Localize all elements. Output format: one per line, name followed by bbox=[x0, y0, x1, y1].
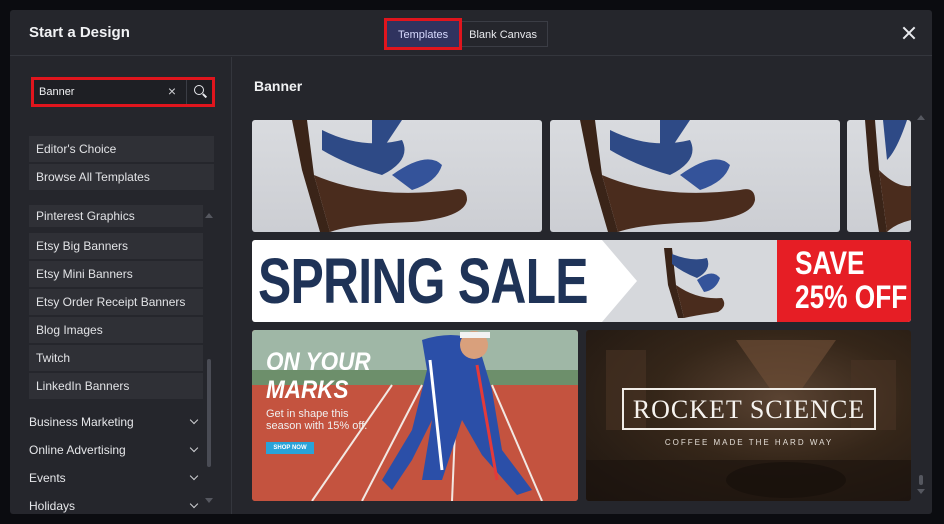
sidebar-item-editors-choice[interactable]: Editor's Choice bbox=[29, 136, 214, 162]
save-line-1: SAVE bbox=[795, 245, 865, 281]
modal-title: Start a Design bbox=[29, 24, 130, 41]
marks-line-1: ON YOUR bbox=[266, 348, 371, 376]
results-title: Banner bbox=[254, 78, 303, 94]
shoe-image bbox=[292, 120, 467, 232]
rocket-subtitle: COFFEE MADE THE HARD WAY bbox=[664, 438, 834, 447]
start-design-modal: Start a Design Templates Blank Canvas Ba… bbox=[10, 10, 932, 514]
marks-body: Get in shape this season with 15% off. bbox=[266, 408, 368, 432]
sidebar-item-blog-images[interactable]: Blog Images bbox=[29, 317, 203, 343]
results-scroll-up-icon[interactable] bbox=[917, 115, 925, 120]
results-scroll-down-icon[interactable] bbox=[917, 489, 925, 494]
sidebar-scroll-up-icon[interactable] bbox=[205, 213, 213, 218]
sidebar-scrollbar[interactable] bbox=[207, 359, 211, 467]
design-tabs: Templates Blank Canvas bbox=[383, 18, 549, 50]
rocket-title-frame: ROCKET SCIENCE bbox=[622, 388, 876, 430]
group-label: Online Advertising bbox=[29, 443, 126, 457]
sidebar-scroll-down-icon[interactable] bbox=[205, 498, 213, 503]
search-divider bbox=[186, 80, 187, 104]
template-card-spring-sale[interactable]: SPRING SALE SAVE 25% OFF bbox=[252, 240, 911, 322]
sidebar-item-etsy-order-receipt-banners[interactable]: Etsy Order Receipt Banners bbox=[29, 289, 203, 315]
template-card-shoe-2[interactable] bbox=[550, 120, 840, 232]
save-badge-text: SAVE 25% OFF bbox=[795, 246, 907, 314]
marks-line-2: MARKS bbox=[266, 376, 349, 404]
sidebar-item-etsy-big-banners[interactable]: Etsy Big Banners bbox=[29, 233, 203, 259]
rocket-title: ROCKET SCIENCE bbox=[632, 395, 866, 424]
sidebar-item-etsy-mini-banners[interactable]: Etsy Mini Banners bbox=[29, 261, 203, 287]
shoe-image bbox=[865, 120, 911, 232]
sidebar-item-browse-all[interactable]: Browse All Templates bbox=[29, 164, 214, 190]
template-sidebar: Banner × Editor's Choice Browse All Temp… bbox=[10, 57, 232, 514]
template-card-shoe-1[interactable] bbox=[252, 120, 542, 232]
chevron-down-icon bbox=[189, 443, 199, 453]
tab-blank-canvas[interactable]: Blank Canvas bbox=[459, 21, 549, 47]
chevron-down-icon bbox=[189, 499, 199, 509]
search-icon[interactable] bbox=[194, 85, 208, 99]
template-card-rocket-science[interactable]: ROCKET SCIENCE COFFEE MADE THE HARD WAY bbox=[586, 330, 911, 501]
spring-sale-headline: SPRING SALE bbox=[258, 245, 589, 317]
clear-icon[interactable]: × bbox=[165, 83, 179, 99]
shop-now-button: SHOP NOW bbox=[266, 442, 314, 454]
template-card-on-your-marks[interactable]: ON YOUR MARKS Get in shape this season w… bbox=[252, 330, 578, 501]
chevron-down-icon bbox=[189, 415, 199, 425]
group-holidays[interactable]: Holidays bbox=[29, 497, 199, 514]
sidebar-item-twitch[interactable]: Twitch bbox=[29, 345, 203, 371]
chevron-down-icon bbox=[189, 471, 199, 481]
template-card-shoe-3[interactable] bbox=[847, 120, 911, 232]
group-business-marketing[interactable]: Business Marketing bbox=[29, 413, 199, 431]
group-label: Business Marketing bbox=[29, 415, 134, 429]
search-box: Banner × bbox=[31, 77, 215, 107]
template-results: Banner SPRING SALE SAVE 25% OFF ON YOUR … bbox=[233, 57, 932, 514]
group-online-advertising[interactable]: Online Advertising bbox=[29, 441, 199, 459]
marks-headline: ON YOUR MARKS bbox=[266, 348, 371, 404]
close-icon[interactable] bbox=[900, 24, 918, 42]
group-label: Holidays bbox=[29, 499, 76, 513]
save-badge: SAVE 25% OFF bbox=[777, 240, 911, 322]
group-label: Events bbox=[29, 471, 66, 485]
save-line-2: 25% OFF bbox=[795, 279, 908, 315]
tab-templates[interactable]: Templates bbox=[383, 18, 463, 50]
shoe-image bbox=[580, 120, 755, 232]
modal-header: Start a Design Templates Blank Canvas bbox=[10, 10, 932, 56]
results-scrollbar[interactable] bbox=[919, 475, 923, 485]
search-input[interactable]: Banner bbox=[39, 86, 74, 98]
sidebar-item-pinterest-graphics[interactable]: Pinterest Graphics bbox=[29, 205, 203, 227]
sidebar-item-linkedin-banners[interactable]: LinkedIn Banners bbox=[29, 373, 203, 399]
group-events[interactable]: Events bbox=[29, 469, 199, 487]
